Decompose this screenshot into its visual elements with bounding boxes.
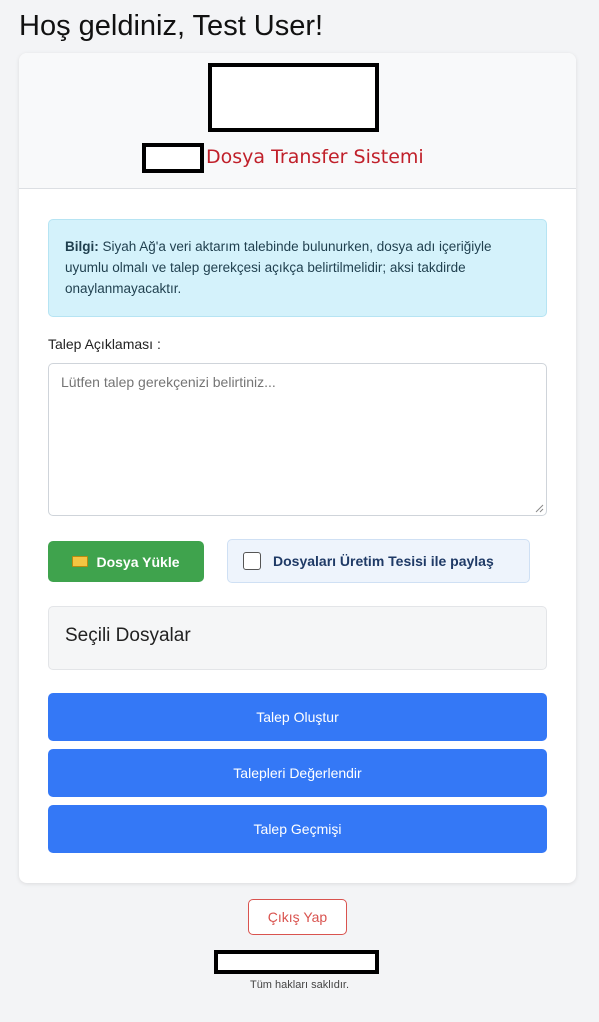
folder-icon bbox=[72, 556, 89, 567]
share-checkbox[interactable] bbox=[243, 552, 261, 570]
info-text: Siyah Ağ'a veri aktarım talebinde bulunu… bbox=[65, 239, 492, 296]
selected-files-title: Seçili Dosyalar bbox=[65, 625, 191, 646]
welcome-heading: Hoş geldiniz, Test User! bbox=[19, 10, 324, 42]
share-with-facility-option[interactable]: Dosyaları Üretim Tesisi ile paylaş bbox=[227, 539, 530, 583]
card-header: Dosya Transfer Sistemi bbox=[19, 53, 576, 189]
redacted-small-logo bbox=[142, 143, 204, 173]
resize-grip-icon[interactable] bbox=[534, 503, 544, 513]
share-checkbox-label: Dosyaları Üretim Tesisi ile paylaş bbox=[273, 553, 494, 569]
evaluate-requests-button[interactable]: Talepleri Değerlendir bbox=[48, 749, 547, 797]
request-history-button[interactable]: Talep Geçmişi bbox=[48, 805, 547, 853]
redacted-footer-logo bbox=[214, 950, 379, 974]
info-label: Bilgi: bbox=[65, 239, 99, 254]
system-title: Dosya Transfer Sistemi bbox=[206, 146, 424, 168]
request-description-label: Talep Açıklaması : bbox=[48, 336, 161, 352]
logout-button[interactable]: Çıkış Yap bbox=[248, 899, 347, 935]
transfer-card: Dosya Transfer Sistemi Bilgi: Siyah Ağ'a… bbox=[19, 53, 576, 883]
request-description-textarea[interactable] bbox=[48, 363, 547, 516]
info-alert: Bilgi: Siyah Ağ'a veri aktarım talebinde… bbox=[48, 219, 547, 317]
selected-files-panel: Seçili Dosyalar bbox=[48, 606, 547, 670]
upload-file-button[interactable]: Dosya Yükle bbox=[48, 541, 204, 582]
redacted-logo bbox=[208, 63, 379, 132]
upload-file-label: Dosya Yükle bbox=[96, 553, 180, 570]
create-request-button[interactable]: Talep Oluştur bbox=[48, 693, 547, 741]
copyright-text: Tüm hakları saklıdır. bbox=[249, 979, 350, 991]
